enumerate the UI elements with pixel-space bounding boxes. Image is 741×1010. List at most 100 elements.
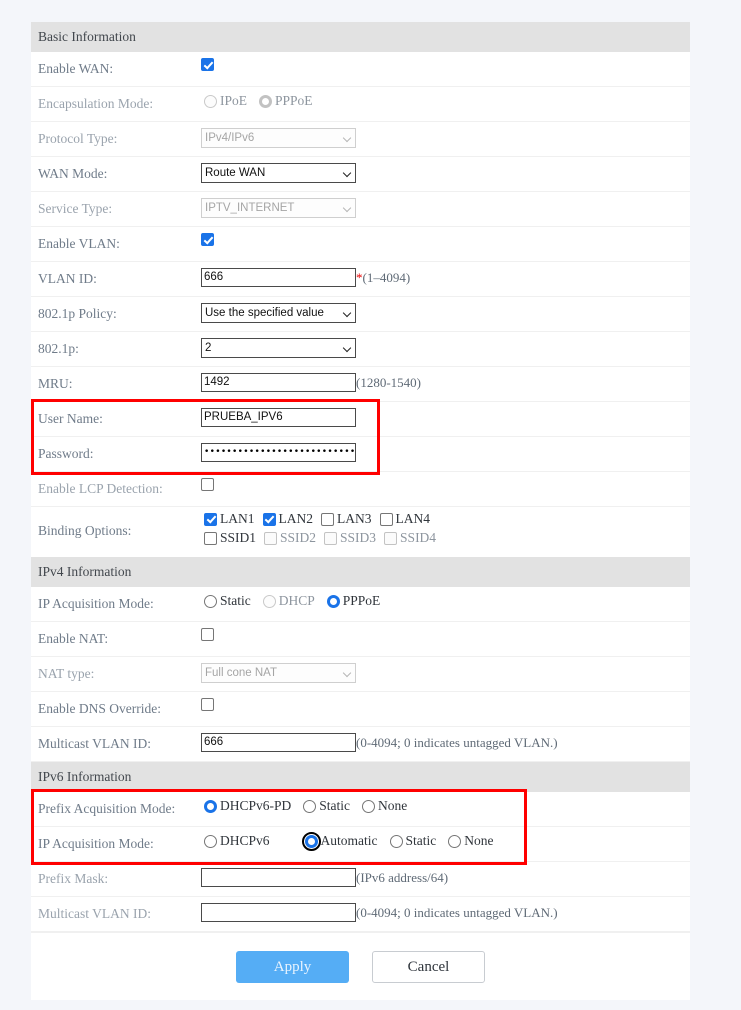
checkbox-option-lan1[interactable]: LAN1: [201, 511, 255, 527]
radio-ipv6-prefix-static-icon[interactable]: [303, 800, 316, 813]
radio-option-ipv6-none[interactable]: None: [445, 833, 493, 849]
radio-option-dhcpv6[interactable]: DHCPv6: [201, 833, 270, 849]
radio-label-automatic: Automatic: [321, 833, 378, 849]
radio-ipoe-icon[interactable]: [204, 95, 217, 108]
radio-ipv6-prefix-none-icon[interactable]: [362, 800, 375, 813]
radio-pppoe-icon[interactable]: [259, 95, 272, 108]
select-wan-mode[interactable]: Route WAN: [201, 163, 356, 183]
checkbox-option-ssid4: SSID4: [381, 530, 436, 546]
label-service-type: Service Type:: [31, 192, 201, 217]
select-8021p[interactable]: 2: [201, 338, 356, 358]
radio-option-dhcpv6-pd[interactable]: DHCPv6-PD: [201, 798, 291, 814]
hint-prefix-mask: (IPv6 address/64): [356, 870, 448, 886]
checkbox-enable-lcp-detection[interactable]: [201, 478, 214, 491]
radio-ipv4-pppoe-icon[interactable]: [327, 595, 340, 608]
label-enable-nat: Enable NAT:: [31, 622, 201, 647]
checkbox-label-lan4: LAN4: [396, 511, 431, 527]
section-header-ipv4-information: IPv4 Information: [31, 557, 690, 587]
checkbox-option-ssid1[interactable]: SSID1: [201, 530, 256, 546]
radio-label-ipv6-prefix-static: Static: [319, 798, 350, 814]
label-ipv6-prefix-acquisition-mode: Prefix Acquisition Mode:: [31, 792, 201, 817]
radio-option-pppoe[interactable]: PPPoE: [256, 93, 313, 109]
input-mru[interactable]: 1492: [201, 373, 356, 392]
checkbox-option-ssid2: SSID2: [261, 530, 316, 546]
label-ipv6-multicast-vlan-id: Multicast VLAN ID:: [31, 897, 201, 922]
apply-button[interactable]: Apply: [236, 951, 349, 983]
select-8021p-policy[interactable]: Use the specified value: [201, 303, 356, 323]
radio-label-pppoe: PPPoE: [275, 93, 313, 109]
radio-label-ipv6-prefix-none: None: [378, 798, 407, 814]
label-wan-mode: WAN Mode:: [31, 157, 201, 182]
checkbox-lan3-icon[interactable]: [321, 513, 334, 526]
label-8021p-policy: 802.1p Policy:: [31, 297, 201, 322]
checkbox-option-lan3[interactable]: LAN3: [318, 511, 372, 527]
label-binding-options: Binding Options:: [31, 507, 201, 539]
radio-ipv4-static-icon[interactable]: [204, 595, 217, 608]
label-enable-wan: Enable WAN:: [31, 52, 201, 77]
label-8021p: 802.1p:: [31, 332, 201, 357]
checkbox-label-ssid4: SSID4: [400, 530, 436, 546]
radio-dhcpv6-pd-icon[interactable]: [204, 800, 217, 813]
radio-option-ipv4-dhcp[interactable]: DHCP: [260, 593, 315, 609]
row-enable-wan: Enable WAN:: [31, 52, 690, 87]
radio-option-ipv4-pppoe[interactable]: PPPoE: [324, 593, 381, 609]
checkbox-option-lan2[interactable]: LAN2: [260, 511, 314, 527]
label-enable-dns-override: Enable DNS Override:: [31, 692, 201, 717]
row-vlan-id: VLAN ID: 666 * (1–4094): [31, 262, 690, 297]
radio-option-automatic[interactable]: Automatic: [302, 833, 378, 849]
cancel-button[interactable]: Cancel: [372, 951, 485, 983]
form-footer: Apply Cancel: [31, 932, 690, 1000]
hint-ipv4-multicast-vlan-id: (0-4094; 0 indicates untagged VLAN.): [356, 735, 558, 751]
radio-automatic-icon[interactable]: [305, 835, 318, 848]
checkbox-enable-wan[interactable]: [201, 58, 214, 71]
row-nat-type: NAT type: Full cone NAT: [31, 657, 690, 692]
checkbox-label-lan1: LAN1: [220, 511, 255, 527]
radio-dhcpv6-icon[interactable]: [204, 835, 217, 848]
select-service-type: IPTV_INTERNET: [201, 198, 356, 218]
checkbox-enable-dns-override[interactable]: [201, 698, 214, 711]
radio-option-ipv6-prefix-static[interactable]: Static: [300, 798, 350, 814]
row-ipv6-prefix-acquisition-mode: Prefix Acquisition Mode: DHCPv6-PD Stati…: [31, 792, 690, 827]
input-prefix-mask[interactable]: [201, 868, 356, 887]
row-password: Password: ••••••••••••••••••••••••••••••…: [31, 437, 690, 472]
checkbox-lan1-icon[interactable]: [204, 513, 217, 526]
radio-label-ipv4-static: Static: [220, 593, 251, 609]
radio-ipv6-none-icon[interactable]: [448, 835, 461, 848]
label-protocol-type: Protocol Type:: [31, 122, 201, 147]
hint-ipv6-multicast-vlan-id: (0-4094; 0 indicates untagged VLAN.): [356, 905, 558, 921]
row-enable-nat: Enable NAT:: [31, 622, 690, 657]
checkbox-enable-vlan[interactable]: [201, 233, 214, 246]
checkbox-option-lan4[interactable]: LAN4: [377, 511, 431, 527]
row-binding-options: Binding Options: LAN1 LAN2 LAN3 LAN4: [31, 507, 690, 557]
label-nat-type: NAT type:: [31, 657, 201, 682]
radio-ipv4-dhcp-icon[interactable]: [263, 595, 276, 608]
input-vlan-id[interactable]: 666: [201, 268, 356, 287]
checkbox-ssid3-icon: [324, 532, 337, 545]
radio-option-ipv6-static[interactable]: Static: [387, 833, 437, 849]
checkbox-ssid1-icon[interactable]: [204, 532, 217, 545]
checkbox-enable-nat[interactable]: [201, 628, 214, 641]
input-password[interactable]: •••••••••••••••••••••••••••••••••: [201, 443, 356, 462]
radio-option-ipv6-prefix-none[interactable]: None: [359, 798, 407, 814]
checkbox-lan4-icon[interactable]: [380, 513, 393, 526]
radio-option-ipv4-static[interactable]: Static: [201, 593, 251, 609]
hint-vlan-id: (1–4094): [363, 270, 411, 286]
label-ipv4-ip-acquisition-mode: IP Acquisition Mode:: [31, 587, 201, 612]
label-ipv4-multicast-vlan-id: Multicast VLAN ID:: [31, 727, 201, 752]
input-ipv4-multicast-vlan-id[interactable]: 666: [201, 733, 356, 752]
row-8021p-policy: 802.1p Policy: Use the specified value: [31, 297, 690, 332]
checkbox-ssid4-icon: [384, 532, 397, 545]
hint-mru: (1280-1540): [356, 375, 421, 391]
wan-configuration-panel: Basic Information Enable WAN: Encapsulat…: [31, 22, 690, 1000]
checkbox-lan2-icon[interactable]: [263, 513, 276, 526]
radio-label-ipv4-dhcp: DHCP: [279, 593, 315, 609]
radio-option-ipoe[interactable]: IPoE: [201, 93, 247, 109]
checkbox-label-ssid2: SSID2: [280, 530, 316, 546]
row-ipv4-multicast-vlan-id: Multicast VLAN ID: 666 (0-4094; 0 indica…: [31, 727, 690, 762]
input-user-name[interactable]: PRUEBA_IPV6: [201, 408, 356, 427]
radio-label-ipv4-pppoe: PPPoE: [343, 593, 381, 609]
input-ipv6-multicast-vlan-id[interactable]: [201, 903, 356, 922]
radio-ipv6-static-icon[interactable]: [390, 835, 403, 848]
label-mru: MRU:: [31, 367, 201, 392]
row-ipv4-ip-acquisition-mode: IP Acquisition Mode: Static DHCP PPPoE: [31, 587, 690, 622]
